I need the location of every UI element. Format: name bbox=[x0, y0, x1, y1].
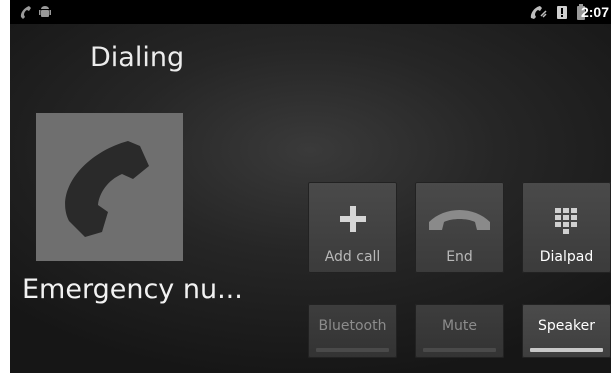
hang-up-icon bbox=[429, 210, 490, 230]
add-call-button[interactable]: Add call bbox=[308, 182, 397, 273]
bluetooth-indicator bbox=[316, 348, 389, 352]
dialpad-icon bbox=[555, 208, 577, 234]
dialpad-label: Dialpad bbox=[539, 249, 594, 265]
call-in-progress-icon bbox=[530, 6, 547, 19]
caller-name: Emergency nu... bbox=[22, 274, 243, 305]
screen: 2:07 Dialing Emergency nu... Add call En… bbox=[0, 0, 611, 373]
in-call-screen: 2:07 Dialing Emergency nu... Add call En… bbox=[10, 0, 611, 373]
phone-handset-icon bbox=[65, 141, 149, 237]
mute-label: Mute bbox=[441, 318, 478, 334]
bluetooth-toggle[interactable]: Bluetooth bbox=[308, 304, 397, 358]
android-debug-icon bbox=[39, 6, 51, 17]
missed-call-icon bbox=[20, 6, 31, 19]
status-bar-time: 2:07 bbox=[580, 4, 609, 20]
call-state-label: Dialing bbox=[90, 42, 185, 73]
status-bar: 2:07 bbox=[10, 0, 611, 24]
sim-alert-icon bbox=[557, 6, 567, 19]
speaker-label: Speaker bbox=[538, 318, 595, 334]
speaker-toggle[interactable]: Speaker bbox=[522, 304, 611, 358]
add-call-label: Add call bbox=[324, 249, 381, 265]
caller-photo bbox=[36, 113, 183, 261]
mute-indicator bbox=[423, 348, 496, 352]
mute-toggle[interactable]: Mute bbox=[415, 304, 504, 358]
dialpad-button[interactable]: Dialpad bbox=[522, 182, 611, 273]
end-call-button[interactable]: End bbox=[415, 182, 504, 273]
bluetooth-label: Bluetooth bbox=[318, 318, 387, 334]
speaker-indicator bbox=[530, 348, 603, 352]
plus-icon bbox=[340, 206, 366, 232]
end-call-label: End bbox=[446, 249, 473, 265]
